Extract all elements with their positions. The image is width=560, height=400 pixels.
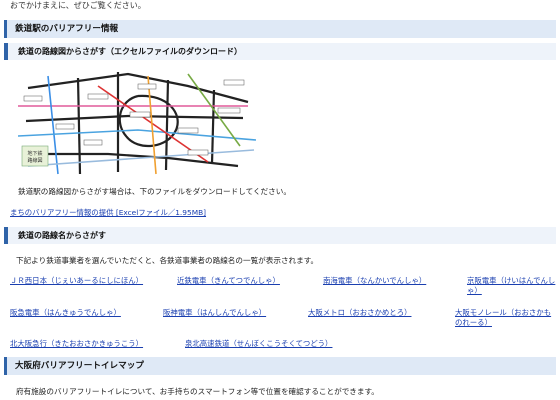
toilet-map-description: 府有施設のバリアフリートイレについて、お手持ちのスマートフォン等で位置を確認する… [16, 387, 379, 396]
section-heading-toilet-map: 大阪府バリアフリートイレマップ [4, 357, 556, 375]
excel-download-link[interactable]: まちのバリアフリー情報の提供 [Excelファイル／1.95MB] [10, 208, 206, 218]
operator-link-kintetsu[interactable]: 近鉄電車（きんてつでんしゃ） [177, 276, 280, 286]
operator-link-jr-west[interactable]: ＪＲ西日本（じぇいあーるにしにほん） [10, 276, 160, 286]
operator-link-hanshin[interactable]: 阪神電車（はんしんでんしゃ） [163, 308, 266, 318]
operator-link-nankai[interactable]: 南海電車（なんかいでんしゃ） [323, 276, 426, 286]
route-map-image: 地下鉄 路線図 [17, 66, 257, 178]
route-map-graphic: 地下鉄 路線図 [17, 66, 257, 178]
operator-link-kita-osaka-kyuko[interactable]: 北大阪急行（きたおおさかきゅうこう） [10, 339, 143, 349]
section-heading-station-barrier-free: 鉄道駅のバリアフリー情報 [4, 20, 556, 38]
route-name-description: 下記より鉄道事業者を選んでいただくと、各鉄道事業者の路線名の一覧が表示されます。 [16, 256, 319, 265]
map-legend-label-1: 地下鉄 [27, 150, 42, 157]
operator-link-hankyu[interactable]: 阪急電車（はんきゅうでんしゃ） [10, 308, 121, 318]
operator-link-osaka-monorail[interactable]: 大阪モノレール（おおさかものれーる） [455, 308, 556, 328]
operator-link-osaka-metro[interactable]: 大阪メトロ（おおさかめとろ） [308, 308, 411, 318]
operator-link-keihan[interactable]: 京阪電車（けいはんでんしゃ） [467, 276, 557, 296]
map-legend-label-2: 路線図 [27, 157, 42, 164]
route-map-description: 鉄道駅の路線図からさがす場合は、下のファイルをダウンロードしてください。 [18, 187, 291, 196]
subheading-route-name: 鉄道の路線名からさがす [4, 227, 556, 244]
subheading-route-map: 鉄道の路線図からさがす（エクセルファイルのダウンロード） [4, 43, 556, 60]
intro-text: おでかけまえに、ぜひご覧ください。 [10, 1, 146, 10]
operator-link-senboku[interactable]: 泉北高速鉄道（せんぼくこうそくてつどう） [185, 339, 332, 349]
